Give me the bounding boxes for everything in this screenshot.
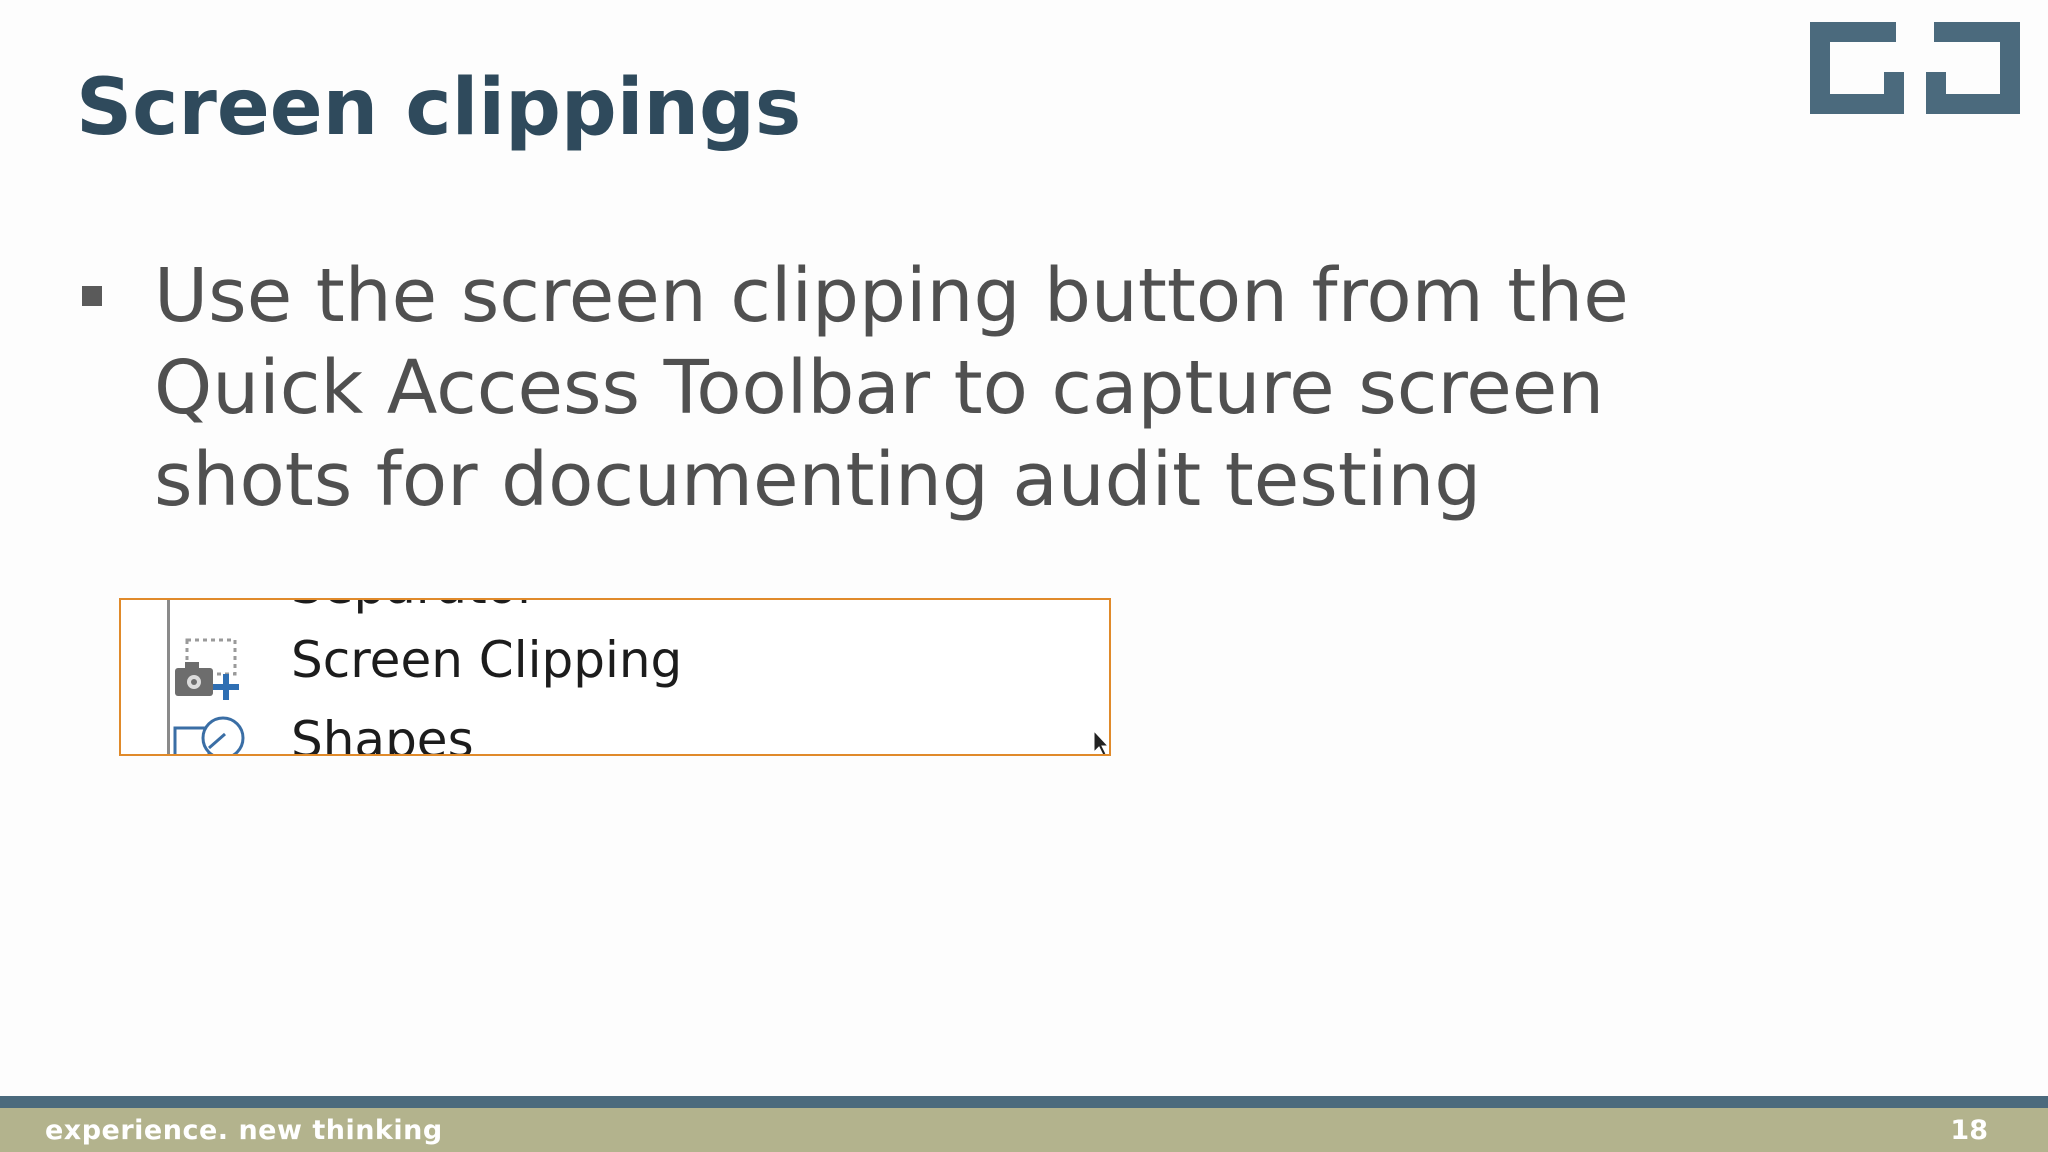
- menu-divider: [167, 600, 170, 754]
- menu-item-screen-clipping: Screen Clipping: [291, 631, 683, 689]
- bullet-item: Use the screen clipping button from the …: [80, 250, 1800, 526]
- footer: experience. new thinking 18: [0, 1108, 2048, 1152]
- company-logo: [1810, 22, 2020, 114]
- bullet-line: Quick Access Toolbar to capture screen: [154, 345, 1605, 431]
- footer-tagline: experience. new thinking: [45, 1115, 443, 1146]
- menu-item-shapes: Shapes: [291, 711, 474, 756]
- bullet-square-icon: [82, 286, 102, 306]
- slide: Screen clippings Use the screen clipping…: [0, 0, 2048, 1152]
- slide-title: Screen clippings: [76, 63, 802, 153]
- screen-clipping-image: Separator Screen Clipping Shapes: [119, 598, 1111, 756]
- shapes-icon: [173, 716, 245, 754]
- menu-item-separator: Separator: [291, 600, 538, 616]
- bullet-list: Use the screen clipping button from the …: [80, 250, 1800, 526]
- cursor-icon: [1093, 730, 1109, 754]
- footer-divider: [0, 1096, 2048, 1108]
- bullet-line: shots for documenting audit testing: [154, 437, 1482, 523]
- page-number: 18: [1950, 1115, 1988, 1146]
- camera-add-icon: [175, 638, 239, 700]
- bullet-line: Use the screen clipping button from the: [154, 253, 1629, 339]
